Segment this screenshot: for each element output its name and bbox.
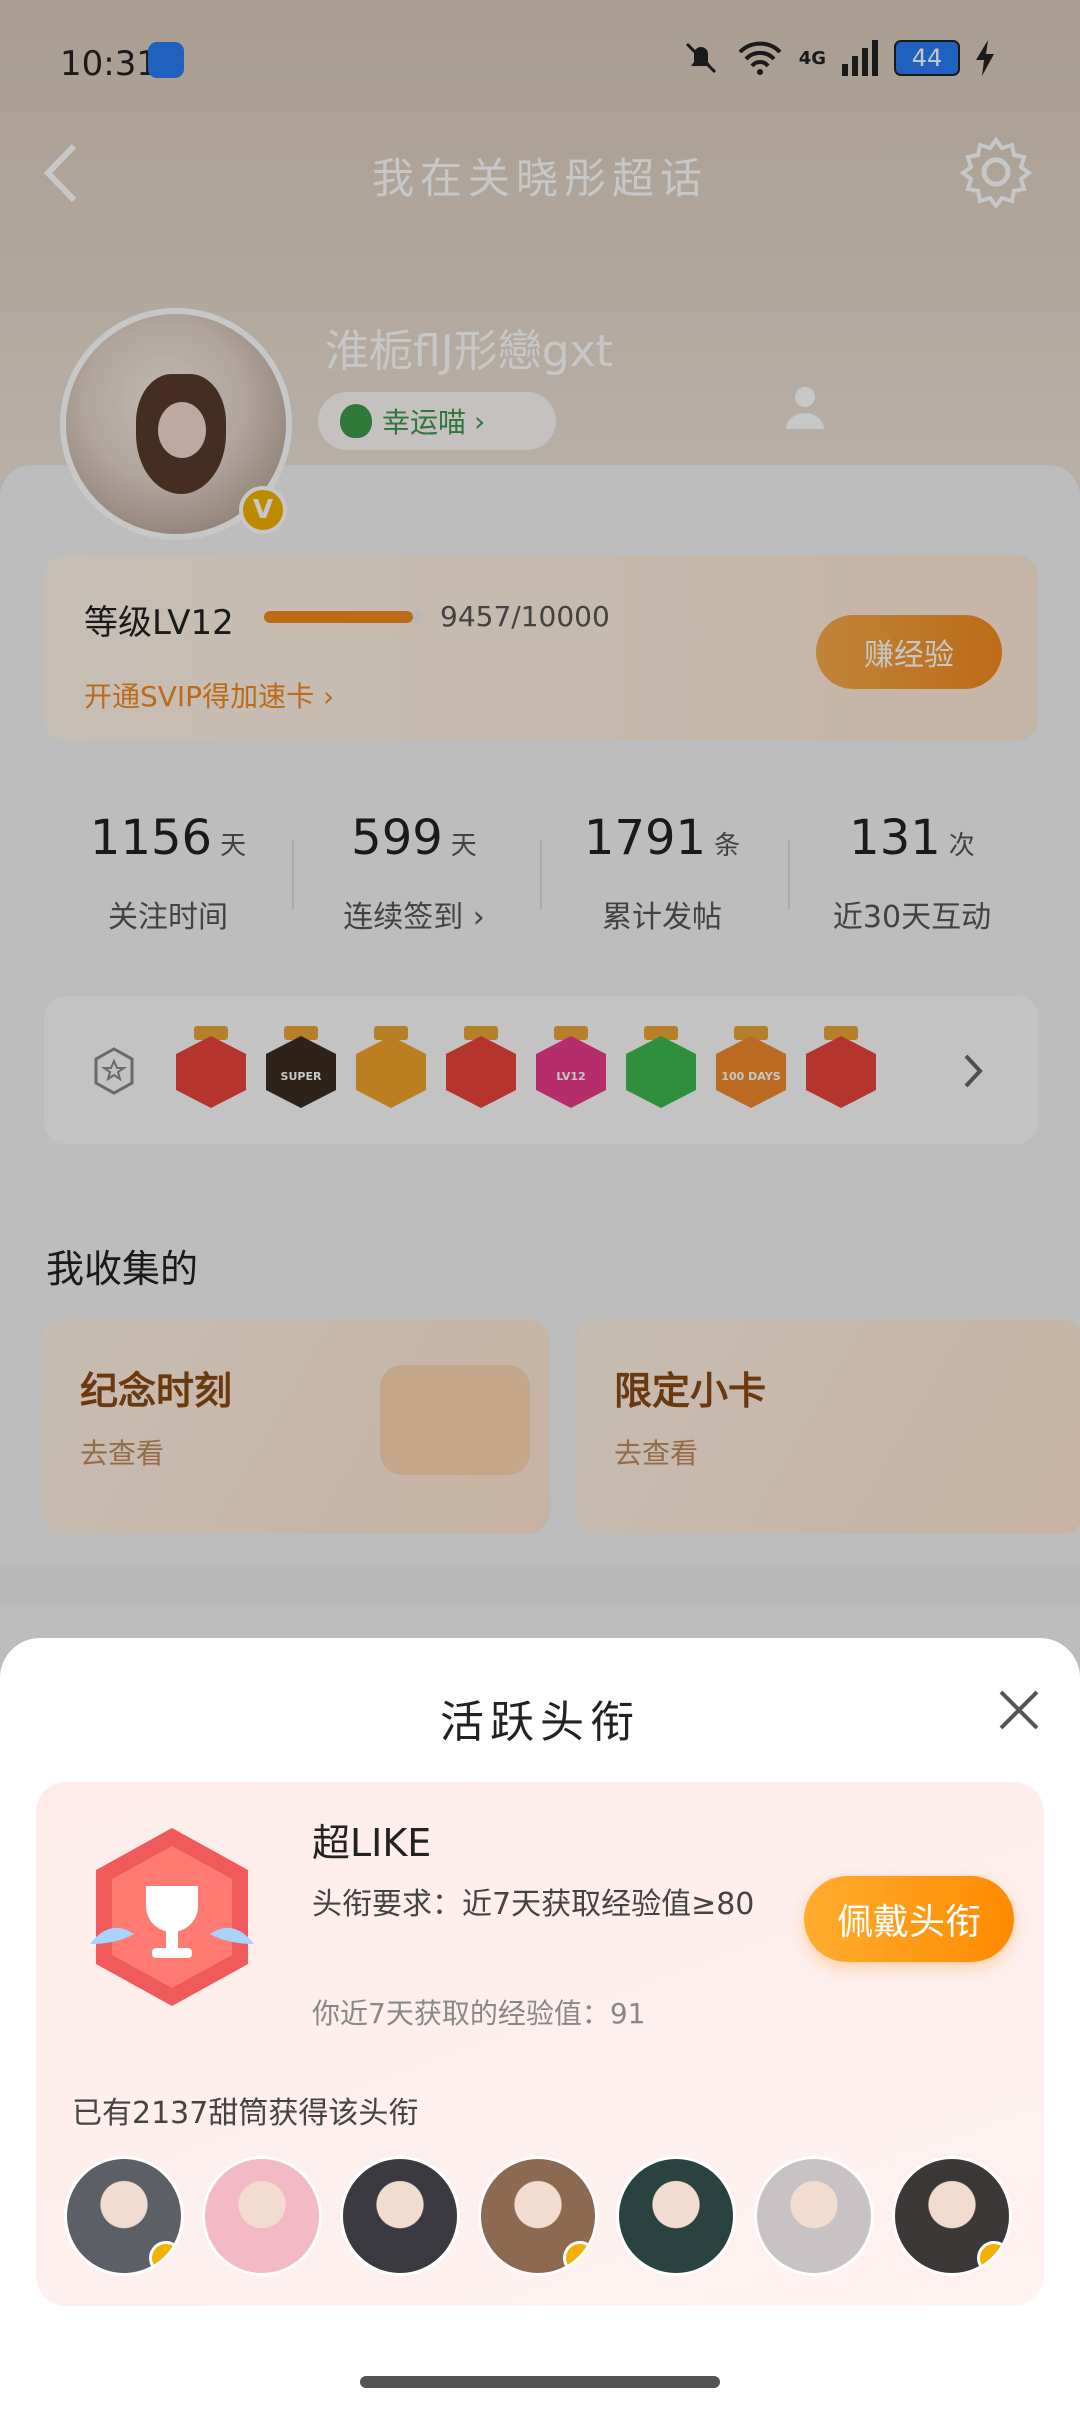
owner-avatar[interactable] <box>892 2156 1012 2276</box>
owners-count-text: 已有2137甜筒获得该头衔 <box>72 2096 419 2131</box>
my-exp-text: 你近7天获取的经验值：91 <box>312 1997 646 2030</box>
verified-badge-icon <box>563 2241 595 2273</box>
trophy-wings-icon <box>90 1828 254 2006</box>
verified-badge-icon <box>149 2241 181 2273</box>
owner-avatar[interactable] <box>616 2156 736 2276</box>
title-name: 超LIKE <box>312 1821 432 1865</box>
verified-badge-icon <box>977 2241 1009 2273</box>
owner-avatar[interactable] <box>202 2156 322 2276</box>
wear-title-button[interactable]: 佩戴头衔 <box>804 1876 1014 1962</box>
owner-avatar[interactable] <box>340 2156 460 2276</box>
modal-title: 活跃头衔 <box>440 1697 640 1748</box>
owner-avatar[interactable] <box>754 2156 874 2276</box>
owner-avatar[interactable] <box>64 2156 184 2276</box>
owner-avatar[interactable] <box>478 2156 598 2276</box>
home-indicator[interactable] <box>360 2376 720 2388</box>
close-icon[interactable] <box>995 1686 1043 1734</box>
title-requirement: 头衔要求：近7天获取经验值≥80 <box>312 1887 755 1922</box>
